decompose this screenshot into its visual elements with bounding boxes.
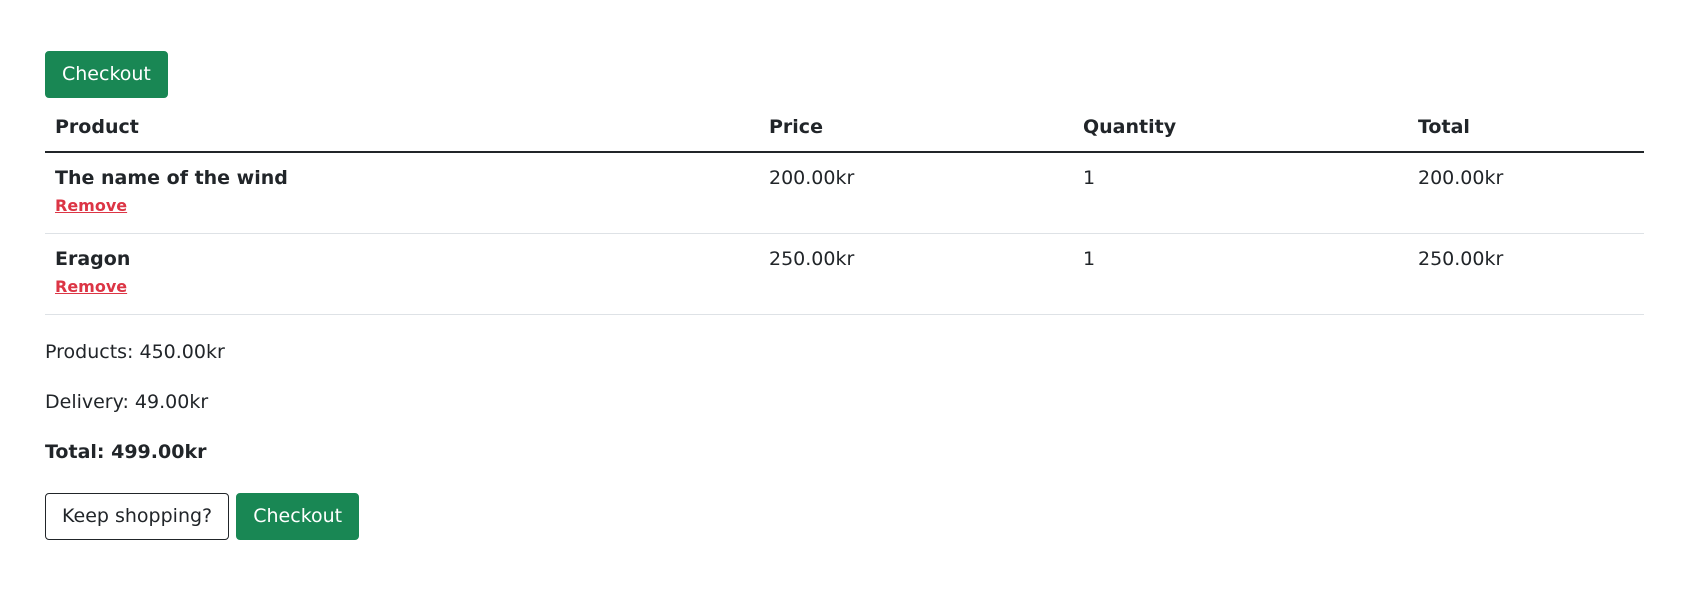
checkout-button-bottom[interactable]: Checkout	[236, 492, 360, 540]
grand-total: Total: 499.00kr	[45, 440, 207, 463]
quantity-cell: 1	[1073, 233, 1408, 315]
cart-container: Checkout Product Price Quantity Total Th…	[45, 51, 1644, 540]
remove-link[interactable]: Remove	[55, 196, 127, 216]
checkout-button-top[interactable]: Checkout	[45, 51, 168, 98]
products-subtotal: Products: 450.00kr	[45, 340, 225, 363]
product-cell: Eragon Remove	[45, 233, 759, 315]
table-row: Eragon Remove 250.00kr 1 250.00kr	[45, 233, 1644, 315]
delivery-cost: Delivery: 49.00kr	[45, 390, 209, 413]
price-cell: 200.00kr	[759, 152, 1073, 234]
cart-table-body: The name of the wind Remove 200.00kr 1 2…	[45, 152, 1644, 315]
cart-table-header: Product Price Quantity Total	[45, 103, 1644, 153]
header-quantity: Quantity	[1073, 103, 1408, 153]
keep-shopping-button[interactable]: Keep shopping?	[45, 492, 230, 540]
product-cell: The name of the wind Remove	[45, 152, 759, 234]
total-cell: 200.00kr	[1408, 152, 1644, 234]
product-name: The name of the wind	[55, 167, 288, 189]
price-cell: 250.00kr	[759, 233, 1073, 315]
order-summary: Products: 450.00kr Delivery: 49.00kr Tot…	[45, 339, 1644, 465]
header-price: Price	[759, 103, 1073, 153]
quantity-cell: 1	[1073, 152, 1408, 234]
cart-table: Product Price Quantity Total The name of…	[45, 103, 1644, 315]
cart-actions: Keep shopping? Checkout	[45, 492, 1644, 540]
header-row: Product Price Quantity Total	[45, 103, 1644, 153]
header-product: Product	[45, 103, 759, 153]
product-name: Eragon	[55, 247, 131, 270]
header-total: Total	[1408, 103, 1644, 153]
table-row: The name of the wind Remove 200.00kr 1 2…	[45, 152, 1644, 234]
remove-link[interactable]: Remove	[55, 277, 127, 297]
total-cell: 250.00kr	[1408, 233, 1644, 315]
